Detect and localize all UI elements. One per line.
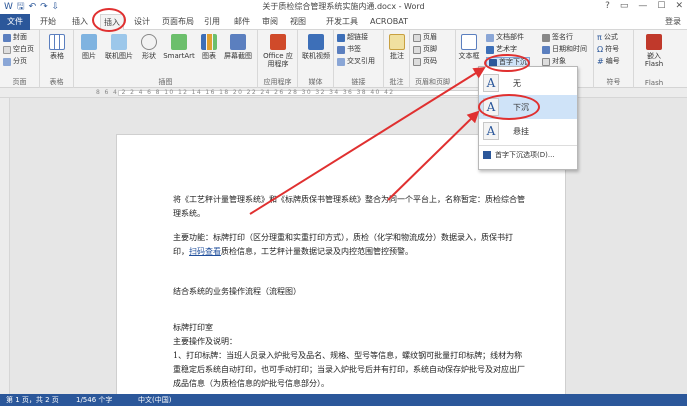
word-window: W 🖫 ↶ ↷ ⇩ 关于质检综合管理系统实施内通.docx - Word ? ▭… bbox=[0, 0, 687, 406]
arrow-to-dropped bbox=[387, 110, 480, 201]
annotation-arrows bbox=[249, 66, 486, 215]
